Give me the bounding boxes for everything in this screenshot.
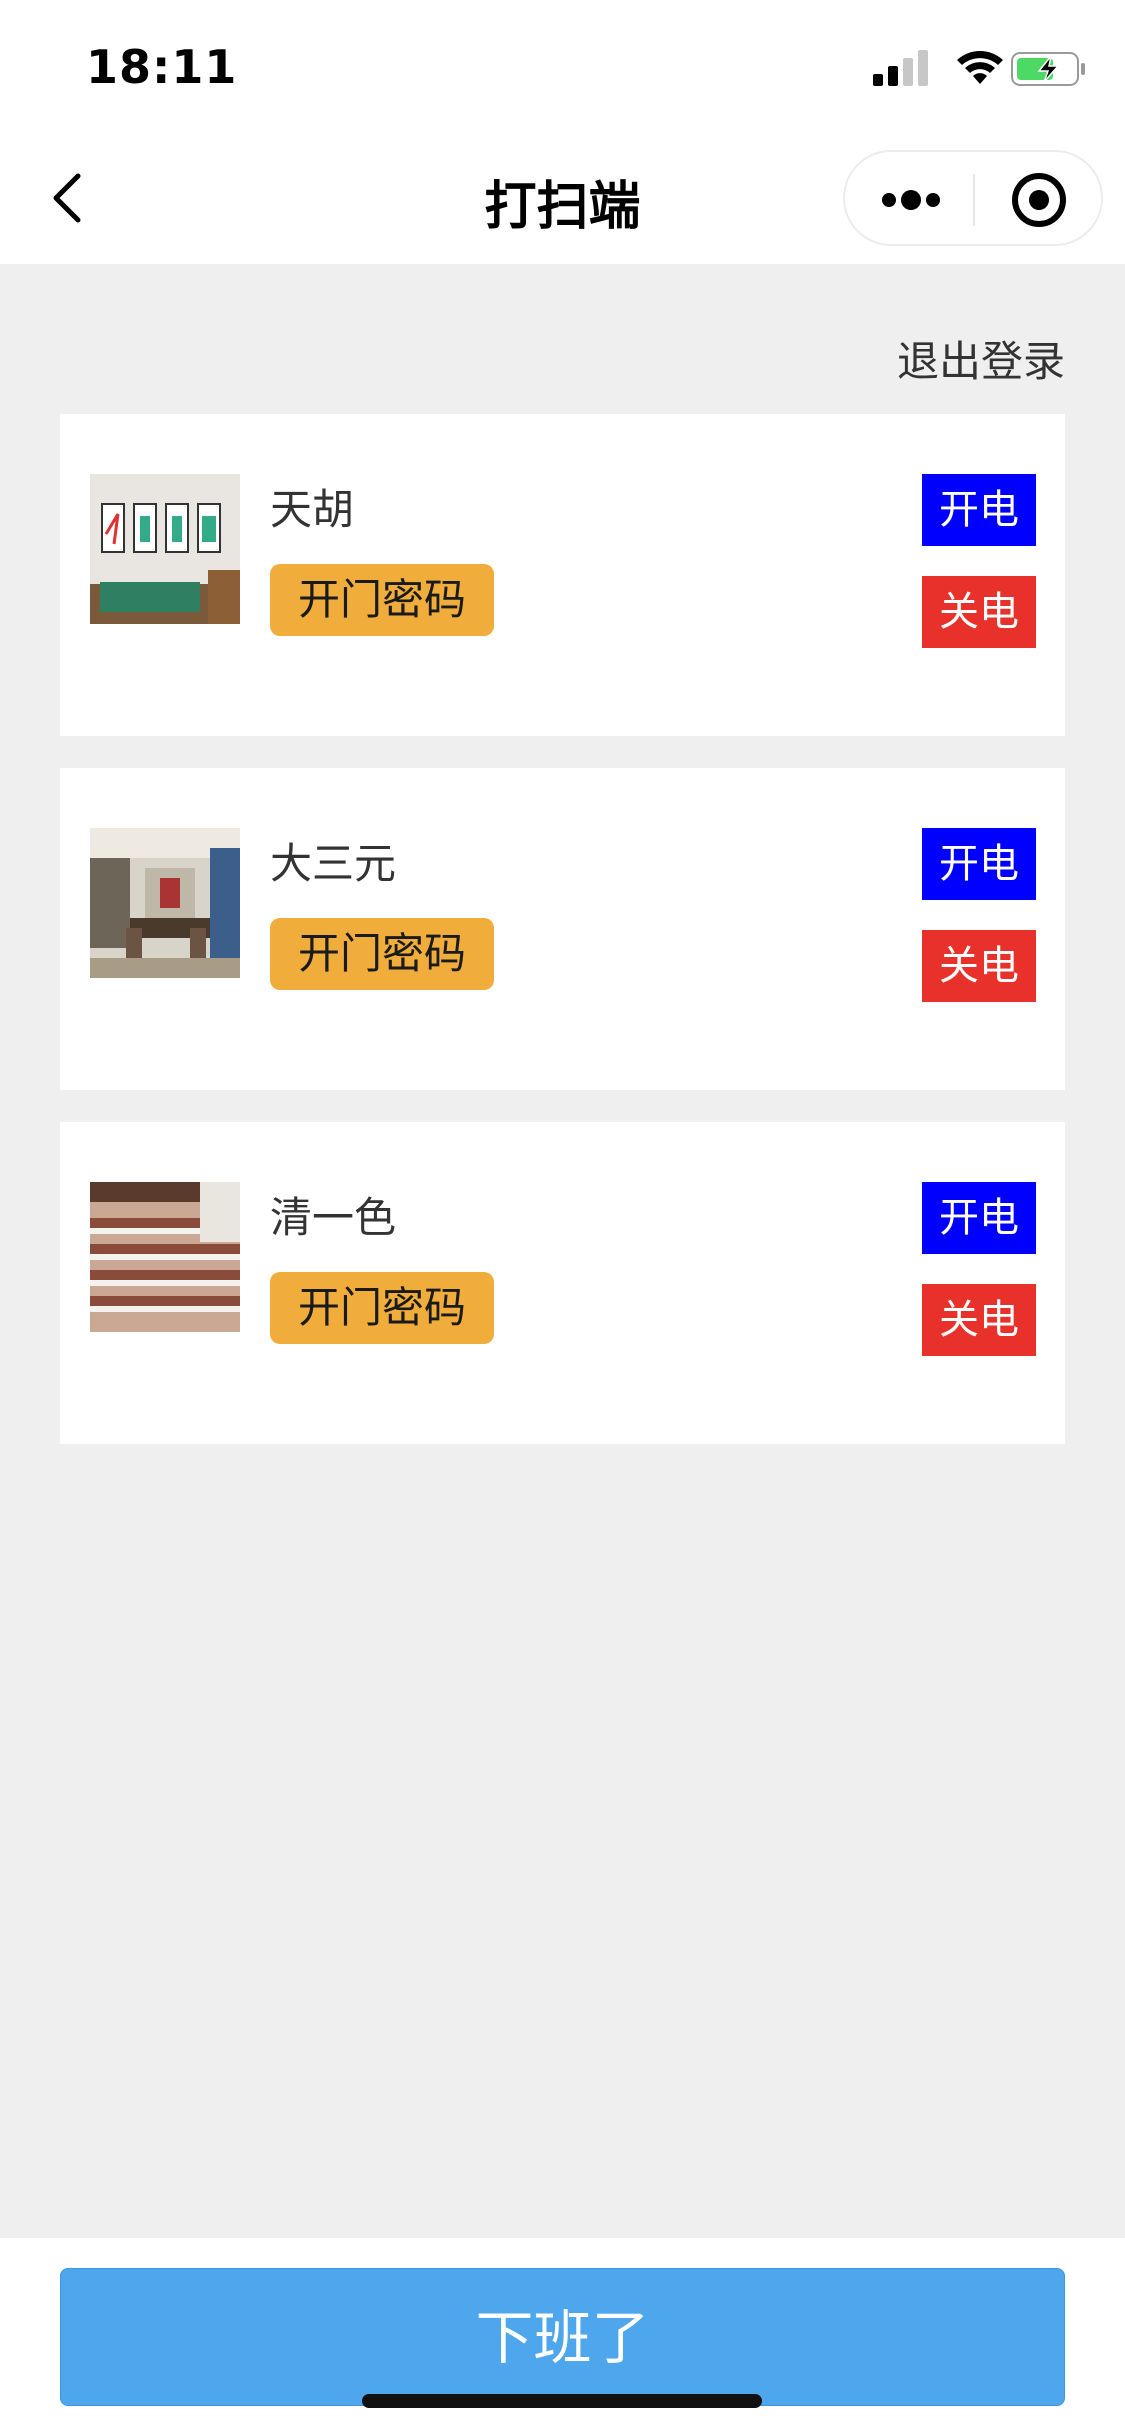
door-password-button[interactable]: 开门密码 <box>270 918 494 990</box>
off-work-button[interactable]: 下班了 <box>60 2268 1065 2406</box>
power-off-button[interactable]: 关电 <box>922 930 1036 1002</box>
room-thumbnail <box>90 1182 240 1332</box>
capsule-divider <box>973 174 975 226</box>
screen: 18:11 打扫端 退出登录 天胡 开门密码 开电 关电 大三元 开门密码 开电… <box>0 0 1125 2436</box>
more-dots-icon[interactable] <box>879 180 943 220</box>
home-indicator <box>362 2394 762 2408</box>
door-password-button[interactable]: 开门密码 <box>270 564 494 636</box>
room-name: 天胡 <box>270 485 355 534</box>
status-time: 18:11 <box>86 40 238 94</box>
power-on-button[interactable]: 开电 <box>922 828 1036 900</box>
room-card: 天胡 开门密码 开电 关电 <box>60 414 1065 736</box>
room-name: 大三元 <box>270 839 397 888</box>
room-thumbnail <box>90 474 240 624</box>
logout-link[interactable]: 退出登录 <box>897 328 1065 389</box>
target-circle-icon[interactable] <box>1011 172 1067 228</box>
cellular-signal-icon <box>873 50 928 86</box>
power-off-button[interactable]: 关电 <box>922 576 1036 648</box>
room-name: 清一色 <box>270 1193 397 1242</box>
status-bar: 18:11 <box>0 0 1125 132</box>
battery-charging-icon <box>1011 52 1085 86</box>
mini-program-capsule <box>843 150 1103 246</box>
nav-bar: 打扫端 <box>0 132 1125 264</box>
room-card: 大三元 开门密码 开电 关电 <box>60 768 1065 1090</box>
room-card: 清一色 开门密码 开电 关电 <box>60 1122 1065 1444</box>
wifi-icon <box>957 51 1003 84</box>
power-off-button[interactable]: 关电 <box>922 1284 1036 1356</box>
power-on-button[interactable]: 开电 <box>922 474 1036 546</box>
door-password-button[interactable]: 开门密码 <box>270 1272 494 1344</box>
power-on-button[interactable]: 开电 <box>922 1182 1036 1254</box>
room-thumbnail <box>90 828 240 978</box>
